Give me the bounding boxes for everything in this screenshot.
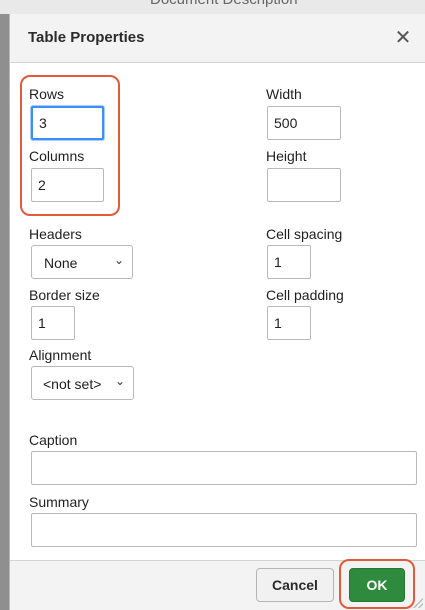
cell-padding-label: Cell padding (266, 287, 344, 303)
background-text: Document Description (150, 0, 298, 8)
summary-input[interactable] (31, 513, 417, 547)
table-properties-dialog: Table Properties ✕ Rows Columns Width He… (9, 14, 425, 610)
columns-input[interactable] (31, 168, 104, 202)
alignment-label: Alignment (29, 347, 92, 363)
close-icon[interactable]: ✕ (391, 26, 415, 50)
border-size-label: Border size (29, 287, 100, 303)
headers-selected-value: None (44, 255, 78, 271)
chevron-down-icon: ⌄ (114, 374, 125, 388)
rows-label: Rows (29, 86, 65, 102)
summary-label: Summary (29, 494, 89, 510)
rows-input[interactable] (31, 106, 104, 140)
alignment-select[interactable]: <not set> ⌄ (31, 366, 134, 400)
caption-input[interactable] (31, 451, 417, 485)
resize-handle-icon[interactable] (413, 598, 423, 608)
headers-label: Headers (29, 226, 82, 242)
height-label: Height (266, 148, 307, 164)
dialog-titlebar: Table Properties ✕ (10, 14, 425, 63)
chevron-down-icon: ⌄ (113, 253, 124, 267)
dialog-title: Table Properties (28, 29, 145, 46)
cell-spacing-input[interactable] (267, 245, 311, 279)
ok-button[interactable]: OK (349, 568, 405, 602)
cell-padding-input[interactable] (267, 306, 311, 340)
background-document: Document Description (0, 0, 425, 14)
caption-label: Caption (29, 432, 78, 448)
cancel-button[interactable]: Cancel (256, 568, 334, 602)
alignment-selected-value: <not set> (43, 376, 102, 392)
height-input[interactable] (267, 168, 341, 202)
border-size-input[interactable] (31, 306, 75, 340)
columns-label: Columns (29, 148, 85, 164)
cell-spacing-label: Cell spacing (266, 226, 343, 242)
headers-select[interactable]: None ⌄ (31, 245, 133, 279)
width-label: Width (266, 86, 302, 102)
width-input[interactable] (267, 106, 341, 140)
